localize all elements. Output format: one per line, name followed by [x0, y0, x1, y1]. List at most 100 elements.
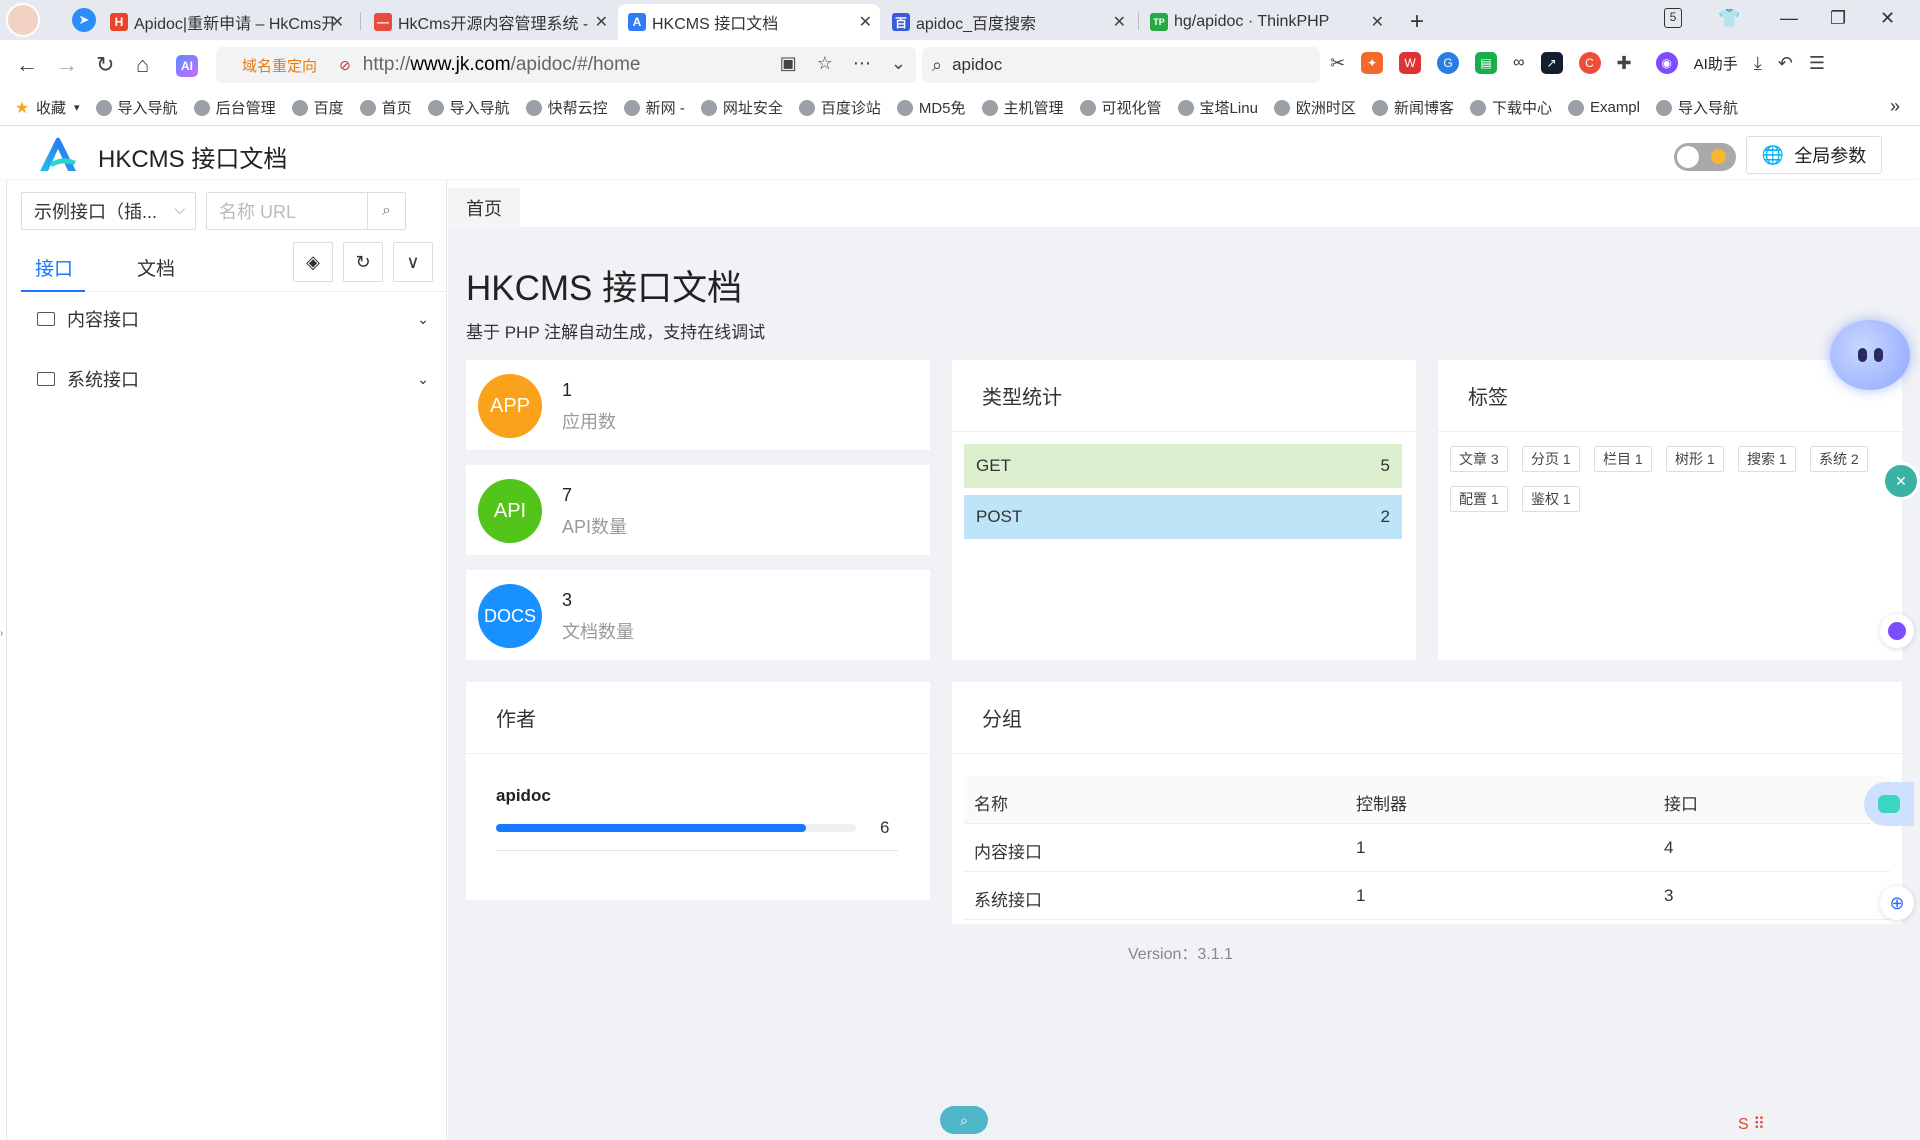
tag-chip[interactable]: 文章 3 [1450, 446, 1508, 472]
chevron-down-icon[interactable]: ⌄ [417, 371, 429, 388]
restore-button[interactable]: ❐ [1830, 8, 1846, 29]
tag-chip[interactable]: 树形 1 [1666, 446, 1724, 472]
note-extension-icon[interactable]: ▤ [1475, 52, 1498, 74]
table-row[interactable]: 内容接口 1 4 [964, 824, 1890, 872]
floating-search-button[interactable]: ⌕ [940, 1106, 988, 1134]
search-icon[interactable]: ⌕ [367, 193, 405, 229]
bookmark-item[interactable]: 可视化管 [1079, 97, 1162, 118]
bookmark-item[interactable]: 下载中心 [1469, 97, 1552, 118]
tab-thinkphp[interactable]: TP hg/apidoc · ThinkPHP ✕ [1140, 4, 1392, 40]
tag-chip[interactable]: 搜索 1 [1738, 446, 1796, 472]
bookmark-item[interactable]: 导入导航 [427, 97, 510, 118]
profile-avatar[interactable] [6, 3, 40, 37]
tab-api[interactable]: 接口 [35, 254, 73, 281]
new-tab-button[interactable]: + [1410, 8, 1424, 36]
tree-item-content-api[interactable]: 内容接口 ⌄ [37, 304, 437, 334]
close-icon[interactable]: ✕ [1371, 12, 1384, 32]
more-icon[interactable]: ⋯ [853, 53, 871, 74]
bookmark-item[interactable]: Exampl [1567, 99, 1640, 116]
close-icon[interactable]: ✕ [859, 12, 872, 32]
side-tool-icon[interactable]: ✕ [1882, 462, 1920, 500]
reload-icon[interactable]: ↻ [96, 52, 114, 78]
bookmark-item[interactable]: 网址安全 [700, 97, 783, 118]
bookmark-item[interactable]: MD5免 [896, 97, 966, 118]
image-icon[interactable]: ▣ [780, 53, 797, 74]
bookmark-item[interactable]: 百度诊站 [798, 97, 881, 118]
breadcrumb-home-tab[interactable]: 首页 [448, 188, 520, 228]
global-params-button[interactable]: 🌐 全局参数 [1746, 136, 1882, 174]
close-icon[interactable]: ✕ [595, 12, 608, 32]
url-text[interactable]: http://www.jk.com/apidoc/#/home [363, 54, 641, 76]
tag-chip[interactable]: 分页 1 [1522, 446, 1580, 472]
tab-docs[interactable]: 文档 [137, 254, 175, 281]
tag-chip[interactable]: 系统 2 [1810, 446, 1868, 472]
browser-search-box[interactable]: ⌕ apidoc [922, 47, 1320, 83]
ai-assistant-icon[interactable]: ◉ [1655, 52, 1678, 74]
undo-icon[interactable]: ↶ [1778, 53, 1793, 74]
bookmark-item[interactable]: 主机管理 [981, 97, 1064, 118]
bookmark-item[interactable]: ★ 收藏 ▾ [14, 97, 80, 118]
tab-counter[interactable]: 5 [1664, 8, 1682, 28]
bookmark-item[interactable]: 新网 - [623, 97, 685, 118]
bookmark-item[interactable]: 宝塔Linu [1177, 97, 1258, 118]
shirt-skin-icon[interactable]: 👕 [1718, 8, 1740, 29]
tab-hkcms-apidoc[interactable]: A HKCMS 接口文档 ✕ [618, 4, 880, 40]
bookmark-item[interactable]: 导入导航 [1656, 97, 1738, 118]
tab-baidu-search[interactable]: 百 apidoc_百度搜索 ✕ [882, 4, 1134, 40]
translate-extension-icon[interactable]: G [1437, 52, 1460, 74]
bookmark-item[interactable]: 百度 [291, 97, 344, 118]
minimize-button[interactable]: — [1780, 8, 1798, 29]
window-close-button[interactable]: ✕ [1880, 8, 1895, 29]
star-icon[interactable]: ☆ [817, 53, 833, 74]
download-icon[interactable]: ⤓ [1754, 53, 1762, 74]
bookmark-item[interactable]: 新闻博客 [1371, 97, 1454, 118]
chevron-down-icon[interactable]: ⌄ [417, 311, 429, 328]
tag-chip[interactable]: 鉴权 1 [1522, 486, 1580, 512]
pet-widget-icon[interactable] [1864, 782, 1914, 826]
refresh-button[interactable]: ↻ [343, 242, 383, 282]
bookmark-item[interactable]: 后台管理 [193, 97, 276, 118]
home-icon[interactable]: ⌂ [136, 52, 149, 78]
menu-icon[interactable]: ☰ [1809, 53, 1825, 74]
collapse-arrow-icon[interactable]: › [0, 628, 3, 639]
url-bar[interactable]: 域名重定向 ⊘ http://www.jk.com/apidoc/#/home … [216, 47, 916, 83]
infinity-extension-icon[interactable]: ∞ [1513, 54, 1524, 72]
wps-extension-icon[interactable]: W [1399, 52, 1422, 74]
bookmark-item[interactable]: 首页 [359, 97, 412, 118]
dropdown-arrow-icon[interactable]: ▾ [74, 101, 80, 114]
forward-arrow-icon[interactable]: → [56, 52, 78, 78]
ai-assistant-label[interactable]: AI助手 [1694, 53, 1738, 74]
close-icon[interactable]: ✕ [331, 12, 344, 32]
expand-all-button[interactable]: ∨ [393, 242, 433, 282]
tab-hkcms-cms[interactable]: — HkCms开源内容管理系统 - ✕ [364, 4, 616, 40]
bookmarks-more-icon[interactable]: » [1890, 96, 1900, 117]
close-icon[interactable]: ✕ [1113, 12, 1126, 32]
bookmark-item[interactable]: 导入导航 [95, 97, 178, 118]
apidoc-logo-icon[interactable] [36, 135, 80, 173]
tab-apidoc-reapply[interactable]: H Apidoc|重新申请 – HkCms开源内容 ✕ [100, 4, 352, 40]
game-extension-icon[interactable]: ✦ [1361, 52, 1384, 74]
chat-bot-icon[interactable] [1880, 614, 1914, 648]
theme-toggle[interactable] [1674, 143, 1736, 171]
bookmark-item[interactable]: 快帮云控 [525, 97, 608, 118]
scissors-icon[interactable]: ✂ [1330, 53, 1345, 74]
table-row[interactable]: 系统接口 1 3 [964, 872, 1890, 920]
new-note-icon[interactable]: ⊕ [1880, 886, 1914, 920]
tag-filter-button[interactable]: ◈ [293, 242, 333, 282]
tree-item-system-api[interactable]: 系统接口 ⌄ [37, 364, 437, 394]
ai-icon[interactable]: AI [176, 55, 198, 77]
red-extension-icon[interactable]: C [1578, 52, 1601, 74]
cursor-extension-icon[interactable]: ↗ [1540, 52, 1563, 74]
ime-status-icon[interactable]: S ⠿ [1738, 1114, 1765, 1134]
insecure-icon[interactable]: ⊘ [339, 57, 351, 74]
puzzle-extensions-icon[interactable]: ✚ [1617, 53, 1632, 74]
back-arrow-icon[interactable]: ← [16, 52, 38, 78]
chevron-down-icon[interactable]: ⌄ [891, 53, 906, 74]
tag-chip[interactable]: 栏目 1 [1594, 446, 1652, 472]
tag-chip[interactable]: 配置 1 [1450, 486, 1508, 512]
api-search-input[interactable]: 名称 URL ⌕ [206, 192, 406, 230]
app-select[interactable]: 示例接口（插... ⌵ [21, 192, 196, 230]
telegram-pin-icon[interactable]: ➤ [72, 8, 96, 32]
bookmark-item[interactable]: 欧洲时区 [1273, 97, 1356, 118]
assistant-robot-icon[interactable] [1830, 320, 1910, 390]
